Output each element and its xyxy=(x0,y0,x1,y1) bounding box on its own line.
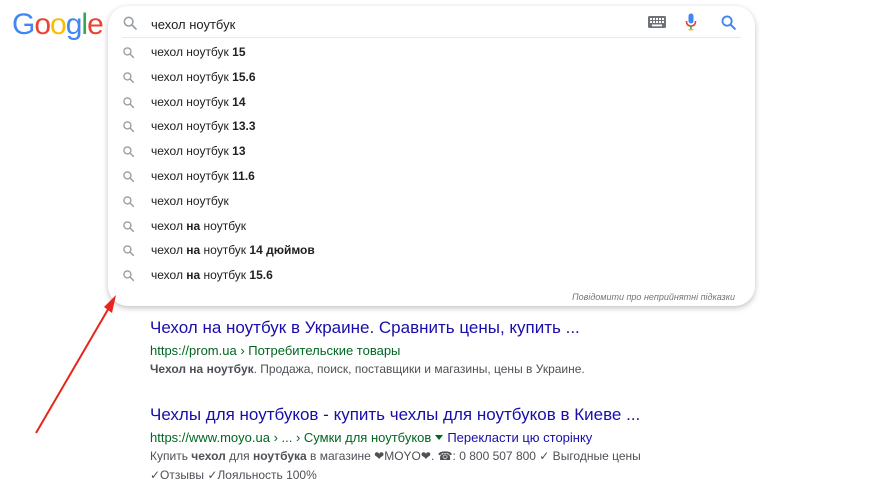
result-url: https://prom.ua › Потребительские товары xyxy=(150,342,585,360)
search-icon xyxy=(123,195,135,207)
search-icon xyxy=(123,171,135,183)
search-icon xyxy=(123,245,135,257)
suggestion-prefix: чехол ноутбук xyxy=(151,69,233,84)
suggestion-suffix: ноутбук xyxy=(200,218,247,233)
suggestion-bold: 14 дюймов xyxy=(249,243,315,258)
suggestion-prefix: чехол ноутбук xyxy=(151,144,233,159)
suggestion-item[interactable]: чехол на ноутбук xyxy=(108,214,755,239)
suggestion-prefix: чехол ноутбук xyxy=(151,45,233,59)
suggestion-prefix: чехол xyxy=(151,243,187,258)
search-icon xyxy=(123,270,135,282)
result-title-link[interactable]: Чехол на ноутбук в Украине. Сравнить цен… xyxy=(150,318,585,338)
result-url-host[interactable]: https://www.moyo.ua xyxy=(150,430,270,445)
snippet-bold: Чехол на ноутбук xyxy=(150,362,254,376)
search-submit-icon[interactable] xyxy=(720,14,737,31)
search-icon xyxy=(123,71,135,83)
report-predictions-link[interactable]: Повідомити про неприйнятні підказки xyxy=(572,292,735,302)
keyboard-icon[interactable] xyxy=(648,16,666,28)
suggestion-text: чехол ноутбук 11.6 xyxy=(151,164,255,189)
logo-letter: g xyxy=(65,8,83,41)
snippet-text: Купить xyxy=(150,449,192,463)
result-snippet: Чехол на ноутбук. Продажа, поиск, постав… xyxy=(150,360,585,379)
suggestion-item[interactable]: чехол ноутбук 11.6 xyxy=(108,164,755,189)
suggestion-prefix: чехол xyxy=(151,268,187,283)
suggestion-item[interactable]: чехол ноутбук 15.6 xyxy=(108,65,755,90)
result-title-link[interactable]: Чехлы для ноутбуков - купить чехлы для н… xyxy=(150,405,641,425)
search-icon xyxy=(123,47,135,59)
search-icon xyxy=(123,96,135,108)
suggestion-prefix: чехол ноутбук xyxy=(151,168,233,183)
search-icon xyxy=(123,16,137,30)
snippet-bold: ноутбука xyxy=(252,449,307,463)
search-divider xyxy=(122,37,741,38)
suggestion-prefix: чехол ноутбук xyxy=(151,94,233,109)
suggestion-suffix: ноутбук xyxy=(200,243,250,258)
result-snippet-line2: ✓Отзывы ✓Лояльность 100% xyxy=(150,468,317,482)
search-result: Чехол на ноутбук в Украине. Сравнить цен… xyxy=(150,318,585,379)
suggestion-bold: на xyxy=(186,268,201,283)
logo-letter: G xyxy=(12,8,35,41)
suggestion-prefix: чехол xyxy=(151,218,187,233)
snippet-bold: чехол xyxy=(191,449,226,463)
suggestion-bold: на xyxy=(186,218,201,233)
logo-letter: e xyxy=(87,8,104,41)
suggestion-bold: 14 xyxy=(232,94,246,109)
logo-letter: o xyxy=(34,8,51,41)
suggestion-list: чехол ноутбук 15 чехол ноутбук 15.6 чехо… xyxy=(108,40,755,288)
google-logo[interactable]: Google xyxy=(12,8,104,41)
search-result: Чехлы для ноутбуков - купить чехлы для н… xyxy=(150,405,641,485)
result-url-path: › ... › Сумки для ноутбуков xyxy=(269,430,432,445)
search-icon xyxy=(123,220,135,232)
suggestion-bold: 15 xyxy=(232,45,246,59)
translate-page-link[interactable]: Перекласти цю сторінку xyxy=(447,430,592,445)
suggestion-text: чехол ноутбук 15.6 xyxy=(151,65,256,90)
search-input[interactable] xyxy=(151,15,571,33)
microphone-icon[interactable] xyxy=(685,13,697,31)
suggestion-item[interactable]: чехол ноутбук xyxy=(108,189,755,214)
search-icon xyxy=(123,146,135,158)
suggestion-item[interactable]: чехол ноутбук 15 xyxy=(108,40,755,65)
suggestion-item[interactable]: чехол ноутбук 13 xyxy=(108,139,755,164)
result-url-host[interactable]: https://prom.ua xyxy=(150,343,237,358)
suggestion-item[interactable]: чехол ноутбук 13.3 xyxy=(108,114,755,139)
suggestion-item[interactable]: чехол на ноутбук 14 дюймов xyxy=(108,238,755,263)
snippet-text: . Продажа, поиск, поставщики и магазины,… xyxy=(253,362,585,376)
search-bar xyxy=(108,6,755,38)
suggestion-bold: на xyxy=(186,243,201,258)
suggestion-prefix: чехол ноутбук xyxy=(151,119,233,134)
suggestion-text: чехол на ноутбук 14 дюймов xyxy=(151,238,315,263)
suggestion-text: чехол ноутбук 13.3 xyxy=(151,114,256,139)
suggestion-bold: 13.3 xyxy=(232,119,256,134)
suggestion-item[interactable]: чехол ноутбук 14 xyxy=(108,90,755,115)
suggestion-text: чехол на ноутбук xyxy=(151,214,246,239)
suggestion-text: чехол ноутбук xyxy=(151,189,229,214)
snippet-text: в магазине ❤MOYO❤. ☎: 0 800 507 800 ✓ Вы… xyxy=(306,449,641,463)
suggestion-text: чехол ноутбук 14 xyxy=(151,90,246,115)
suggestion-bold: 13 xyxy=(232,144,246,159)
suggestion-item[interactable]: чехол на ноутбук 15.6 xyxy=(108,263,755,288)
snippet-text: для xyxy=(225,449,253,463)
result-url-path: › Потребительские товары xyxy=(236,343,401,358)
suggestion-suffix: ноутбук xyxy=(200,268,250,283)
suggestion-text: чехол ноутбук 13 xyxy=(151,139,246,164)
search-box-with-suggestions: чехол ноутбук 15 чехол ноутбук 15.6 чехо… xyxy=(108,6,755,306)
dropdown-triangle-icon[interactable] xyxy=(435,435,444,441)
suggestion-bold: 11.6 xyxy=(232,168,255,183)
logo-letter: o xyxy=(50,8,67,41)
suggestion-bold: 15.6 xyxy=(232,69,256,84)
suggestion-text: чехол на ноутбук 15.6 xyxy=(151,263,273,288)
result-url: https://www.moyo.ua › ... › Сумки для но… xyxy=(150,429,641,447)
search-icon xyxy=(123,121,135,133)
suggestion-text: чехол ноутбук 15 xyxy=(151,40,246,65)
suggestion-bold: 15.6 xyxy=(249,268,273,283)
suggestion-prefix: чехол ноутбук xyxy=(151,193,229,208)
result-snippet: Купить чехол для ноутбука в магазине ❤MO… xyxy=(150,447,641,466)
